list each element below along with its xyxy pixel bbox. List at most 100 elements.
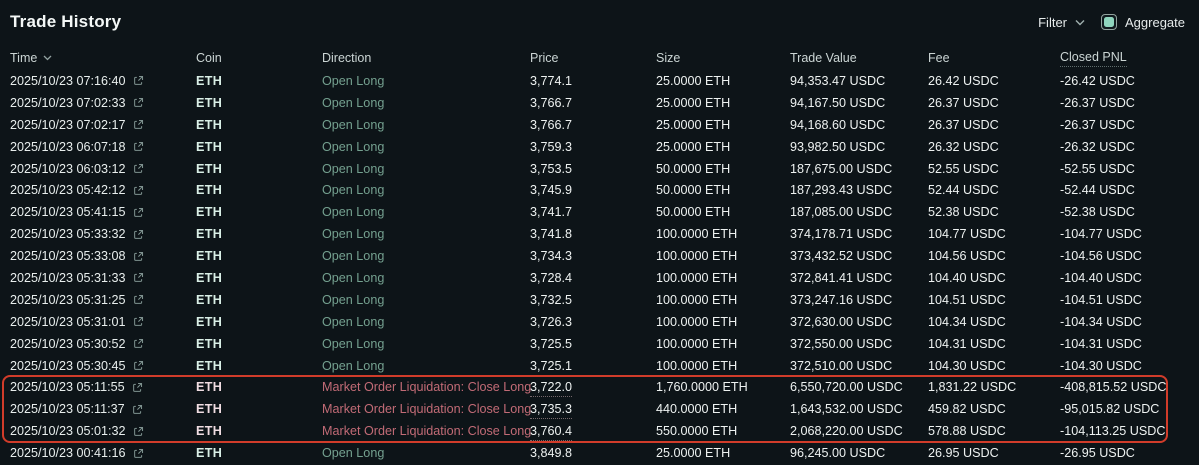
- trade-direction: Open Long: [322, 315, 530, 329]
- trade-timestamp: 2025/10/23 05:41:15: [10, 205, 126, 219]
- external-link-icon[interactable]: [133, 185, 144, 196]
- trade-price[interactable]: 3,760.4: [530, 424, 656, 438]
- trade-coin: ETH: [196, 74, 322, 88]
- trade-row: 2025/10/23 05:30:45ETHOpen Long3,725.110…: [0, 355, 1199, 377]
- external-link-icon[interactable]: [133, 360, 144, 371]
- panel-topbar: Trade History Filter Aggregate: [0, 0, 1199, 46]
- trade-size: 100.0000 ETH: [656, 359, 790, 373]
- trade-value: 372,550.00 USDC: [790, 337, 928, 351]
- trade-price-value: 3,734.3: [530, 249, 572, 263]
- trade-size: 50.0000 ETH: [656, 183, 790, 197]
- trade-row: 2025/10/23 05:01:32ETHMarket Order Liqui…: [0, 420, 1199, 442]
- trade-coin: ETH: [196, 424, 322, 438]
- trade-price[interactable]: 3,722.0: [530, 380, 656, 394]
- trade-price: 3,725.5: [530, 337, 656, 351]
- filter-dropdown[interactable]: Filter: [1038, 15, 1085, 30]
- trade-value: 93,982.50 USDC: [790, 140, 928, 154]
- trade-price[interactable]: 3,735.3: [530, 402, 656, 416]
- trade-time: 2025/10/23 00:41:16: [10, 446, 196, 460]
- trade-closed-pnl: -104.56 USDC: [1060, 249, 1199, 263]
- trade-size: 25.0000 ETH: [656, 74, 790, 88]
- external-link-icon[interactable]: [132, 404, 143, 415]
- trade-closed-pnl: -26.37 USDC: [1060, 96, 1199, 110]
- aggregate-label: Aggregate: [1125, 15, 1185, 30]
- trade-coin: ETH: [196, 140, 322, 154]
- aggregate-checkbox-icon[interactable]: [1101, 14, 1117, 30]
- trade-row: 2025/10/23 05:31:33ETHOpen Long3,728.410…: [0, 267, 1199, 289]
- trade-price-value: 3,745.9: [530, 183, 572, 197]
- trade-timestamp: 2025/10/23 06:07:18: [10, 140, 126, 154]
- trade-value: 374,178.71 USDC: [790, 227, 928, 241]
- external-link-icon[interactable]: [133, 141, 144, 152]
- trade-closed-pnl: -104.77 USDC: [1060, 227, 1199, 241]
- trade-price-value: 3,759.3: [530, 140, 572, 154]
- trade-row: 2025/10/23 07:16:40ETHOpen Long3,774.125…: [0, 70, 1199, 92]
- trade-closed-pnl: -95,015.82 USDC: [1060, 402, 1199, 416]
- table-header-row: TimeCoinDirectionPriceSizeTrade ValueFee…: [0, 47, 1199, 69]
- column-header-closed-pnl[interactable]: Closed PNL: [1060, 50, 1199, 67]
- trade-closed-pnl: -104.31 USDC: [1060, 337, 1199, 351]
- trade-coin: ETH: [196, 359, 322, 373]
- external-link-icon[interactable]: [133, 338, 144, 349]
- trade-time: 2025/10/23 07:02:33: [10, 96, 196, 110]
- trade-direction: Open Long: [322, 96, 530, 110]
- external-link-icon[interactable]: [133, 75, 144, 86]
- external-link-icon[interactable]: [133, 251, 144, 262]
- trade-time: 2025/10/23 07:02:17: [10, 118, 196, 132]
- trade-price-value: 3,725.5: [530, 337, 572, 351]
- external-link-icon[interactable]: [133, 272, 144, 283]
- trade-direction: Open Long: [322, 271, 530, 285]
- column-header-label: Fee: [928, 51, 950, 65]
- trade-value: 372,510.00 USDC: [790, 359, 928, 373]
- external-link-icon[interactable]: [133, 294, 144, 305]
- external-link-icon[interactable]: [133, 97, 144, 108]
- external-link-icon[interactable]: [133, 207, 144, 218]
- column-header-time[interactable]: Time: [10, 51, 196, 65]
- trade-row: 2025/10/23 06:07:18ETHOpen Long3,759.325…: [0, 136, 1199, 158]
- trade-coin: ETH: [196, 183, 322, 197]
- trade-value: 372,841.41 USDC: [790, 271, 928, 285]
- trade-price: 3,728.4: [530, 271, 656, 285]
- trade-closed-pnl: -26.42 USDC: [1060, 74, 1199, 88]
- trade-size: 25.0000 ETH: [656, 96, 790, 110]
- trade-value: 187,293.43 USDC: [790, 183, 928, 197]
- trade-closed-pnl: -104.30 USDC: [1060, 359, 1199, 373]
- trade-size: 1,760.0000 ETH: [656, 380, 790, 394]
- external-link-icon[interactable]: [133, 119, 144, 130]
- external-link-icon[interactable]: [133, 426, 144, 437]
- trade-closed-pnl: -104.51 USDC: [1060, 293, 1199, 307]
- trade-row: 2025/10/23 05:33:32ETHOpen Long3,741.810…: [0, 223, 1199, 245]
- trade-history-panel: Trade History Filter Aggregate TimeCoinD…: [0, 0, 1199, 465]
- trade-time: 2025/10/23 05:30:45: [10, 359, 196, 373]
- trade-fee: 104.40 USDC: [928, 271, 1060, 285]
- trade-time: 2025/10/23 06:07:18: [10, 140, 196, 154]
- trade-coin: ETH: [196, 402, 322, 416]
- trade-fee: 26.95 USDC: [928, 446, 1060, 460]
- column-header-label: Size: [656, 51, 680, 65]
- trade-timestamp: 2025/10/23 05:31:33: [10, 271, 126, 285]
- trade-price-value: 3,760.4: [530, 424, 572, 441]
- trade-fee: 104.56 USDC: [928, 249, 1060, 263]
- external-link-icon[interactable]: [133, 448, 144, 459]
- column-header-fee: Fee: [928, 51, 1060, 65]
- trade-price-value: 3,766.7: [530, 118, 572, 132]
- column-header-price: Price: [530, 51, 656, 65]
- trade-size: 25.0000 ETH: [656, 140, 790, 154]
- trade-row: 2025/10/23 00:41:16ETHOpen Long3,849.825…: [0, 442, 1199, 464]
- trade-timestamp: 2025/10/23 05:30:52: [10, 337, 126, 351]
- trade-timestamp: 2025/10/23 07:02:33: [10, 96, 126, 110]
- trade-value: 94,168.60 USDC: [790, 118, 928, 132]
- trade-row: 2025/10/23 05:11:55ETHMarket Order Liqui…: [0, 376, 1199, 398]
- external-link-icon[interactable]: [133, 163, 144, 174]
- external-link-icon[interactable]: [133, 316, 144, 327]
- aggregate-toggle[interactable]: Aggregate: [1101, 14, 1185, 30]
- external-link-icon[interactable]: [132, 382, 143, 393]
- external-link-icon[interactable]: [133, 229, 144, 240]
- trade-coin: ETH: [196, 315, 322, 329]
- trade-price: 3,766.7: [530, 118, 656, 132]
- trade-direction: Market Order Liquidation: Close Long: [322, 402, 530, 416]
- chevron-down-icon: [1075, 19, 1085, 26]
- trade-price: 3,766.7: [530, 96, 656, 110]
- trade-direction: Open Long: [322, 446, 530, 460]
- column-header-size: Size: [656, 51, 790, 65]
